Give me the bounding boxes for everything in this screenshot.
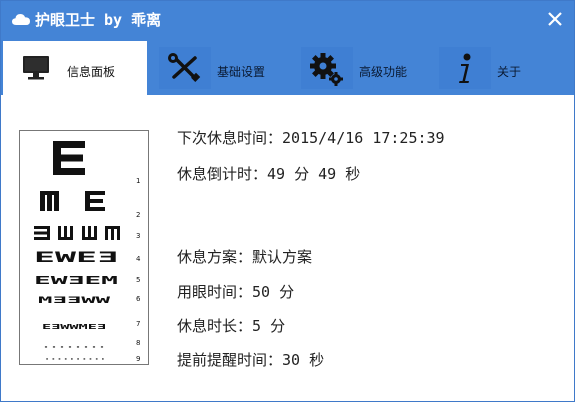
- use-time-row: 用眼时间：50 分: [177, 281, 294, 302]
- rest-duration-value: 5 分: [252, 317, 286, 335]
- remind-row: 提前提醒时间：30 秒: [177, 349, 324, 370]
- close-icon[interactable]: [544, 8, 566, 30]
- eye-chart-row-number: 9: [136, 355, 140, 363]
- remind-value: 30 秒: [282, 351, 325, 369]
- tab-label: 高级功能: [359, 65, 408, 79]
- eye-chart-symbol: [58, 226, 73, 240]
- eye-chart-symbol: [105, 226, 120, 240]
- plan-label: 休息方案：: [177, 248, 253, 266]
- countdown-row: 休息倒计时：49 分 49 秒: [177, 163, 360, 184]
- eye-chart-row-number: 7: [136, 320, 140, 328]
- tab-label: 基础设置: [217, 65, 266, 79]
- eye-chart: EWEƎ EWƎEM MƎƎWW EƎWWMEƎ ········ ······…: [19, 130, 149, 365]
- eye-chart-symbol: [82, 226, 97, 240]
- use-time-label: 用眼时间：: [177, 283, 253, 301]
- next-rest-value: 2015/4/16 17:25:39: [282, 129, 445, 147]
- title-bar: 护眼卫士 by 乖离: [1, 1, 574, 37]
- eye-chart-row-number: 6: [136, 295, 141, 303]
- eye-chart-row: EWEƎ: [34, 250, 118, 266]
- eye-chart-row: EWƎEM: [34, 274, 119, 287]
- gears-icon: [301, 47, 353, 89]
- eye-chart-row: ··········: [44, 356, 106, 363]
- tab-label: 关于: [497, 65, 522, 79]
- eye-chart-row-number: 5: [136, 276, 140, 284]
- next-rest-label: 下次休息时间：: [177, 129, 283, 147]
- eye-chart-row: MƎƎWW: [38, 296, 112, 306]
- eye-chart-row-number: 3: [136, 232, 140, 240]
- countdown-value: 49 分 49 秒: [267, 165, 361, 183]
- eye-chart-row-number: 8: [136, 339, 140, 347]
- monitor-icon: [23, 56, 49, 80]
- rest-duration-row: 休息时长：5 分: [177, 315, 285, 336]
- info-panel: EWEƎ EWƎEM MƎƎWW EƎWWMEƎ ········ ······…: [1, 95, 574, 401]
- eye-chart-row: EƎWWMEƎ: [42, 323, 106, 331]
- app-window: 护眼卫士 by 乖离 信息面板 基础设置 高级功能 关于 EWEƎ EWƎEM …: [0, 0, 575, 402]
- cloud-icon: [12, 14, 30, 25]
- window-title: 护眼卫士 by 乖离: [35, 11, 162, 29]
- use-time-value: 50 分: [252, 283, 295, 301]
- tab-about[interactable]: 关于: [433, 41, 553, 95]
- rest-duration-label: 休息时长：: [177, 317, 253, 335]
- tab-basic-settings[interactable]: 基础设置: [153, 41, 289, 95]
- tab-info-panel[interactable]: 信息面板: [3, 41, 147, 95]
- tab-bar: 信息面板 基础设置 高级功能 关于: [1, 37, 574, 95]
- eye-chart-row-number: 1: [136, 177, 140, 185]
- eye-chart-row: ········: [42, 344, 106, 351]
- eye-chart-symbol: [40, 191, 59, 211]
- tools-icon: [159, 47, 211, 89]
- eye-chart-row-number: 2: [136, 211, 140, 219]
- eye-chart-symbol: [34, 226, 50, 240]
- eye-chart-row-number: 4: [136, 255, 141, 263]
- plan-value: 默认方案: [252, 248, 313, 266]
- plan-row: 休息方案：默认方案: [177, 246, 312, 267]
- eye-chart-symbol: [85, 191, 105, 211]
- remind-label: 提前提醒时间：: [177, 351, 283, 369]
- next-rest-row: 下次休息时间：2015/4/16 17:25:39: [177, 127, 445, 148]
- countdown-label: 休息倒计时：: [177, 165, 268, 183]
- tab-advanced[interactable]: 高级功能: [295, 41, 433, 95]
- tab-label: 信息面板: [67, 65, 116, 79]
- info-icon: [439, 47, 491, 89]
- eye-chart-symbol: [53, 141, 85, 175]
